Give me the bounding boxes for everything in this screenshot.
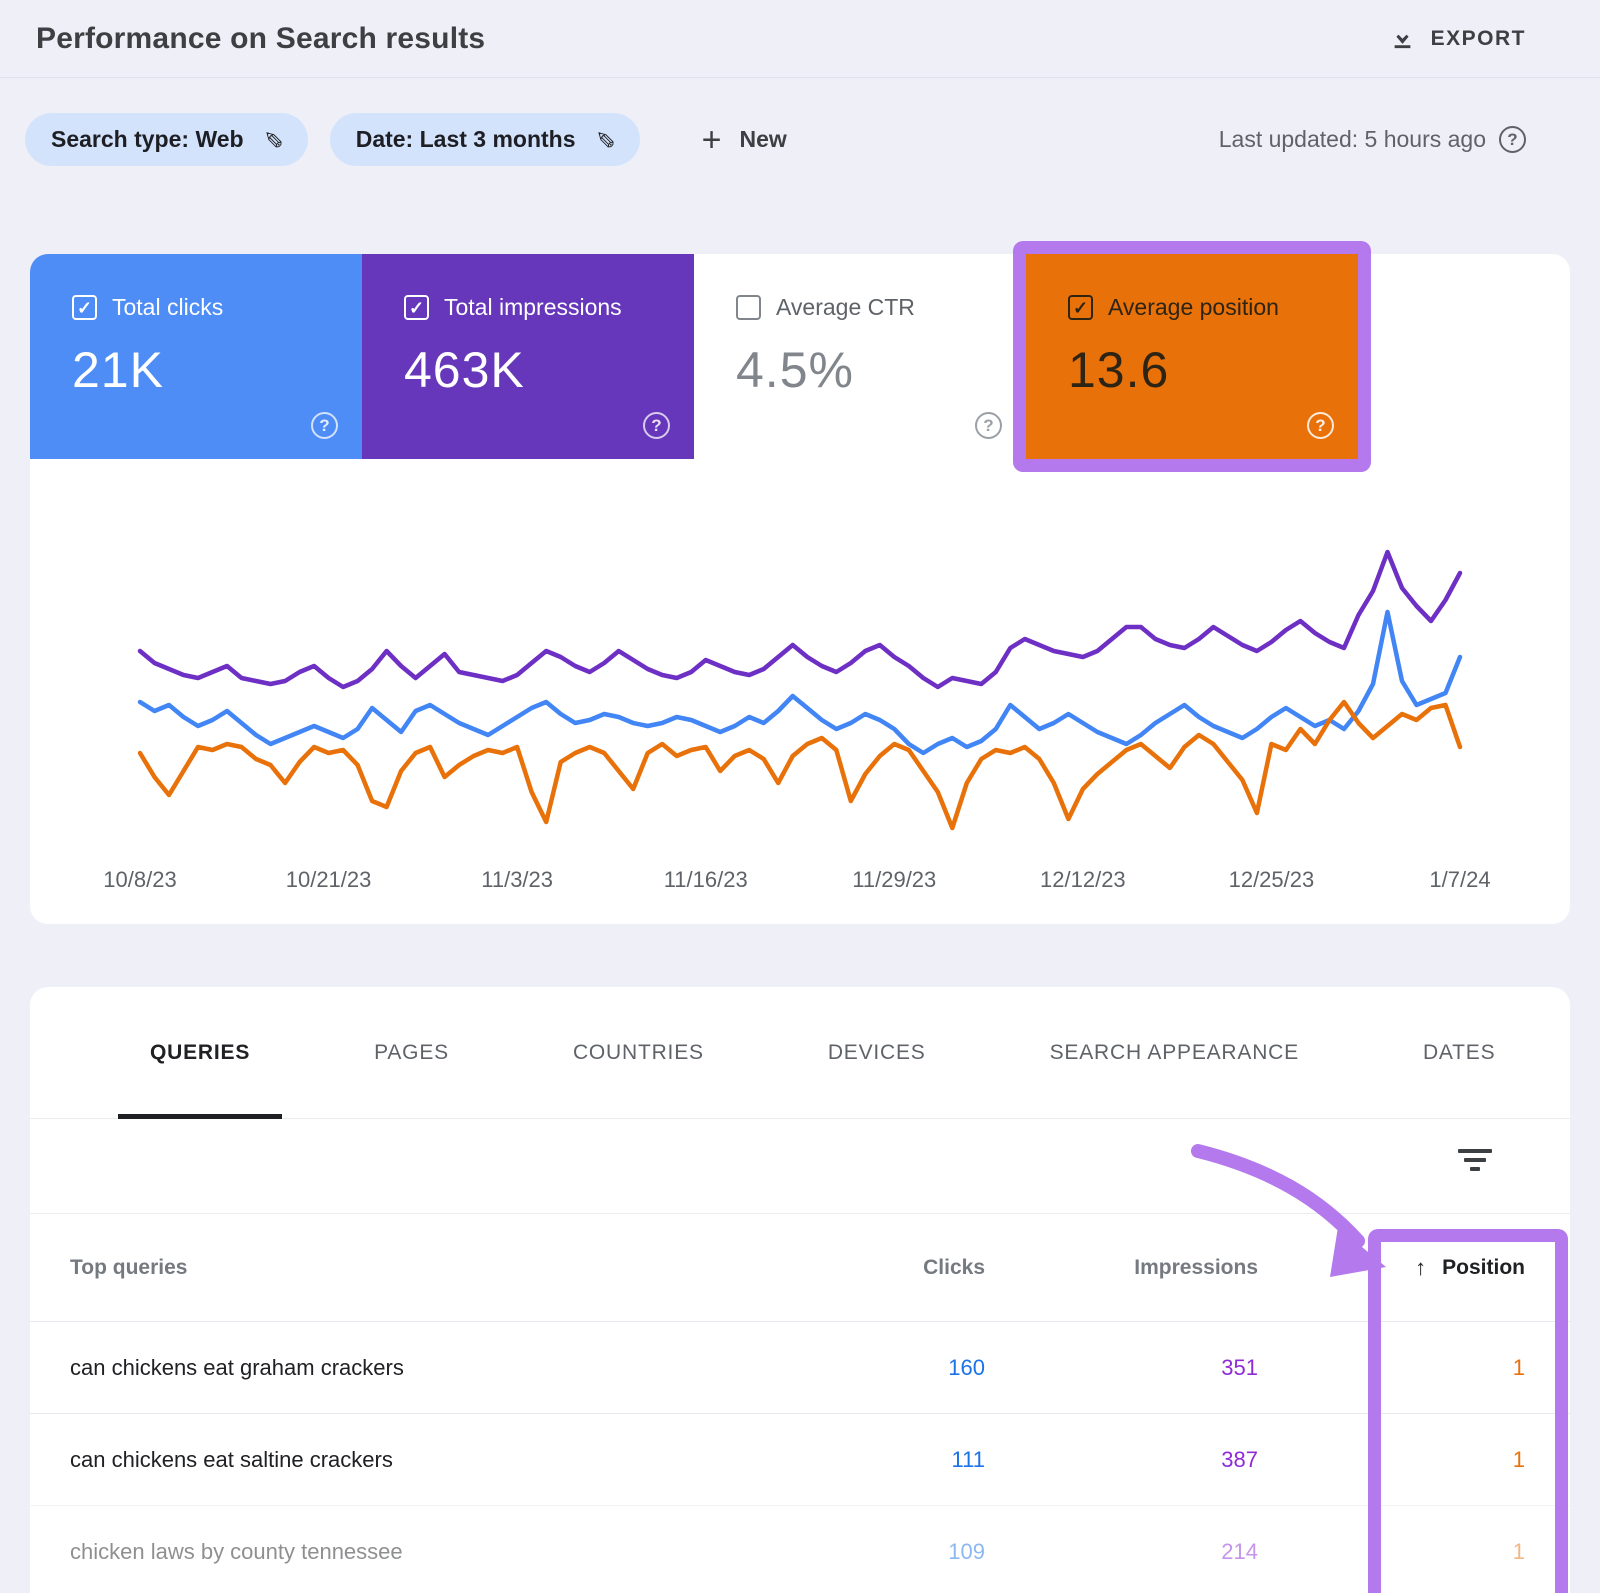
- x-tick-label: 10/8/23: [103, 867, 176, 893]
- performance-summary-card: Total clicks 21K ? Total impressions 463…: [30, 254, 1570, 924]
- filter-row: Search type: Web ✎ Date: Last 3 months ✎…: [0, 78, 1600, 166]
- metric-card-total-impressions[interactable]: Total impressions 463K ?: [362, 254, 694, 459]
- x-tick-label: 1/7/24: [1429, 867, 1490, 893]
- table-filter-row: [30, 1119, 1570, 1214]
- table-row[interactable]: can chickens eat saltine crackers 111 38…: [30, 1413, 1570, 1505]
- x-tick-label: 12/12/23: [1040, 867, 1126, 893]
- checkbox-unchecked-icon[interactable]: [736, 295, 761, 320]
- metric-head: Total clicks: [72, 294, 362, 321]
- table-header-row: Top queries Clicks Impressions ↑ Positio…: [30, 1214, 1570, 1321]
- tab-devices[interactable]: DEVICES: [796, 987, 958, 1118]
- edit-pencil-icon: ✎: [589, 129, 618, 149]
- column-header-position[interactable]: ↑ Position: [1415, 1255, 1525, 1281]
- clicks-cell: 109: [735, 1539, 985, 1565]
- checkbox-checked-icon[interactable]: [72, 295, 97, 320]
- x-axis-labels: 10/8/2310/21/2311/3/2311/16/2311/29/2312…: [130, 851, 1470, 915]
- search-type-chip[interactable]: Search type: Web ✎: [25, 113, 308, 166]
- x-tick-label: 12/25/23: [1229, 867, 1315, 893]
- metric-value: 21K: [72, 341, 362, 399]
- metric-card-total-clicks[interactable]: Total clicks 21K ?: [30, 254, 362, 459]
- metric-card-average-position[interactable]: Average position 13.6 ?: [1026, 254, 1358, 459]
- metric-value: 463K: [404, 341, 694, 399]
- date-range-chip-label: Date: Last 3 months: [356, 126, 576, 153]
- tab-search-appearance[interactable]: SEARCH APPEARANCE: [1018, 987, 1331, 1118]
- last-updated-text: Last updated: 5 hours ago: [1219, 126, 1486, 153]
- title-bar: Performance on Search results EXPORT: [0, 0, 1600, 78]
- column-header-position-label: Position: [1442, 1256, 1525, 1280]
- x-tick-label: 10/21/23: [286, 867, 372, 893]
- column-header-top-queries[interactable]: Top queries: [70, 1256, 735, 1280]
- performance-chart: [130, 511, 1470, 851]
- position-cell: 1: [1258, 1447, 1525, 1473]
- metric-label: Average position: [1108, 294, 1279, 321]
- x-tick-label: 11/3/23: [481, 867, 553, 893]
- impressions-cell: 387: [985, 1447, 1258, 1473]
- tab-pages[interactable]: PAGES: [342, 987, 481, 1118]
- metric-head: Average position: [1068, 294, 1358, 321]
- table-row[interactable]: chicken laws by county tennessee 109 214…: [30, 1505, 1570, 1593]
- metric-value: 4.5%: [736, 341, 1026, 399]
- new-filter-button[interactable]: + New: [702, 123, 787, 157]
- checkbox-checked-icon[interactable]: [404, 295, 429, 320]
- x-tick-label: 11/29/23: [852, 867, 936, 893]
- chart-line-total-impressions: [140, 552, 1460, 687]
- column-header-clicks[interactable]: Clicks: [735, 1256, 985, 1280]
- help-icon[interactable]: ?: [975, 412, 1002, 439]
- dimension-tabs: QUERIES PAGES COUNTRIES DEVICES SEARCH A…: [30, 987, 1570, 1119]
- help-icon[interactable]: ?: [643, 412, 670, 439]
- filter-list-icon[interactable]: [1458, 1149, 1492, 1176]
- search-type-chip-label: Search type: Web: [51, 126, 244, 153]
- page-title: Performance on Search results: [36, 22, 485, 56]
- date-range-chip[interactable]: Date: Last 3 months ✎: [330, 113, 640, 166]
- query-cell: can chickens eat saltine crackers: [70, 1447, 735, 1473]
- tab-dates[interactable]: DATES: [1391, 987, 1527, 1118]
- table-row[interactable]: can chickens eat graham crackers 160 351…: [30, 1321, 1570, 1413]
- clicks-cell: 111: [735, 1447, 985, 1473]
- performance-chart-svg: [130, 511, 1470, 851]
- impressions-cell: 214: [985, 1539, 1258, 1565]
- tab-countries[interactable]: COUNTRIES: [541, 987, 736, 1118]
- help-icon[interactable]: ?: [1499, 126, 1526, 153]
- x-tick-label: 11/16/23: [664, 867, 748, 893]
- metric-label: Total clicks: [112, 294, 223, 321]
- new-filter-label: New: [740, 126, 787, 153]
- last-updated: Last updated: 5 hours ago ?: [1219, 126, 1526, 153]
- sort-ascending-arrow-icon: ↑: [1415, 1255, 1426, 1281]
- chart-line-average-position: [140, 702, 1460, 828]
- column-header-impressions[interactable]: Impressions: [985, 1256, 1258, 1280]
- clicks-cell: 160: [735, 1355, 985, 1381]
- metric-label: Total impressions: [444, 294, 622, 321]
- metric-head: Total impressions: [404, 294, 694, 321]
- tab-queries[interactable]: QUERIES: [118, 987, 282, 1118]
- help-icon[interactable]: ?: [1307, 412, 1334, 439]
- export-button[interactable]: EXPORT: [1389, 25, 1526, 52]
- metric-value: 13.6: [1068, 341, 1358, 399]
- dimensions-table-card: QUERIES PAGES COUNTRIES DEVICES SEARCH A…: [30, 987, 1570, 1593]
- download-icon: [1389, 25, 1416, 52]
- position-cell: 1: [1258, 1355, 1525, 1381]
- help-icon[interactable]: ?: [311, 412, 338, 439]
- query-cell: chicken laws by county tennessee: [70, 1539, 735, 1565]
- metric-card-average-ctr[interactable]: Average CTR 4.5% ?: [694, 254, 1026, 459]
- metric-head: Average CTR: [736, 294, 1026, 321]
- checkbox-checked-icon[interactable]: [1068, 295, 1093, 320]
- edit-pencil-icon: ✎: [257, 129, 286, 149]
- metric-cards-row: Total clicks 21K ? Total impressions 463…: [30, 254, 1570, 459]
- metric-label: Average CTR: [776, 294, 915, 321]
- impressions-cell: 351: [985, 1355, 1258, 1381]
- export-label: EXPORT: [1431, 27, 1526, 51]
- query-cell: can chickens eat graham crackers: [70, 1355, 735, 1381]
- position-cell: 1: [1258, 1539, 1525, 1565]
- plus-icon: +: [702, 123, 722, 157]
